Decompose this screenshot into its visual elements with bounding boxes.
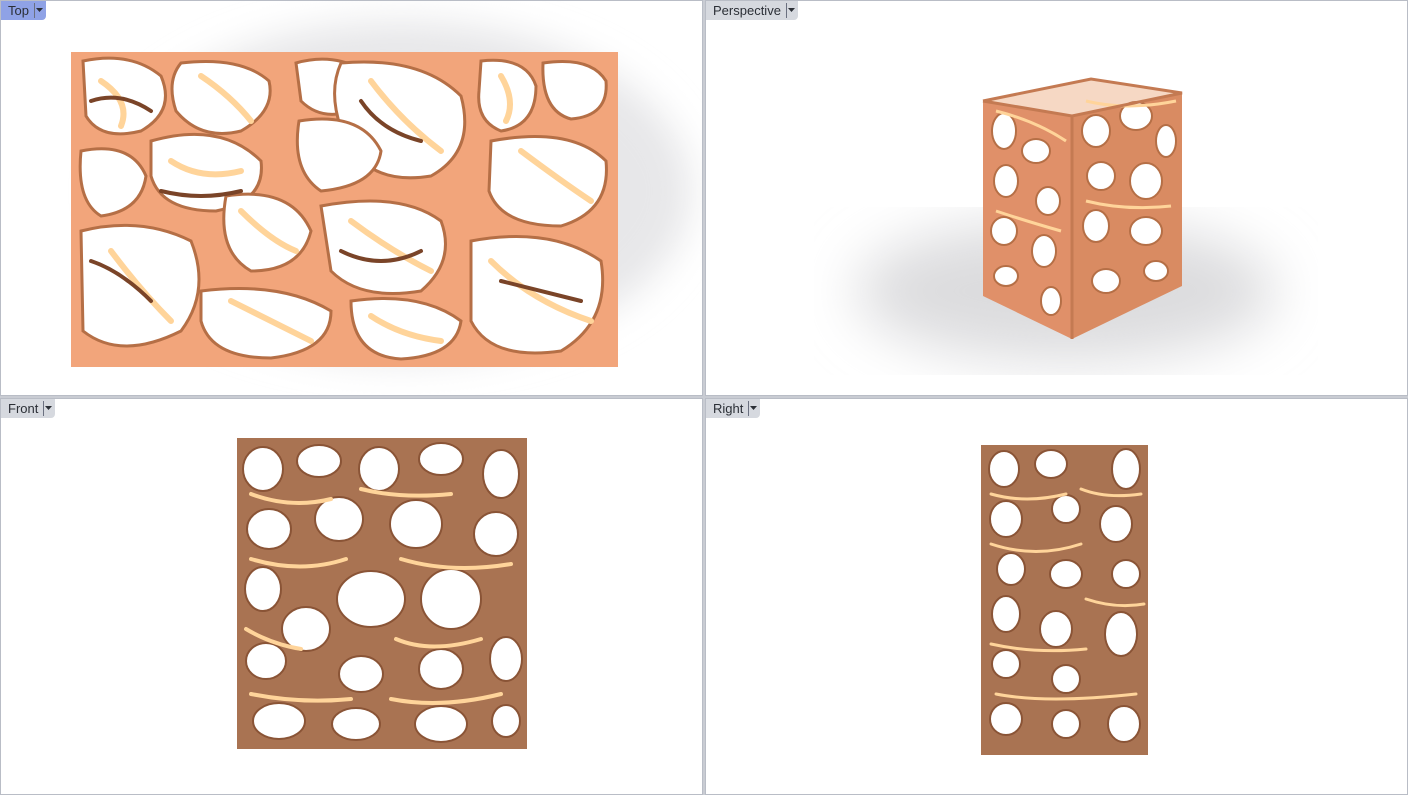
viewport-title: Perspective [713,3,781,18]
right-view-render [981,445,1148,755]
viewport-front[interactable]: Front [0,398,703,795]
chevron-down-icon[interactable] [43,401,53,416]
viewport-tab-top[interactable]: Top [1,1,46,20]
chevron-down-icon[interactable] [33,3,44,18]
viewport-top[interactable]: Top [0,0,703,396]
viewport-tab-perspective[interactable]: Perspective [706,1,798,20]
viewport-title: Right [713,401,744,416]
viewport-tab-front[interactable]: Front [1,399,56,418]
viewport-tab-right[interactable]: Right [706,399,761,418]
chevron-down-icon[interactable] [748,401,758,416]
viewport-right[interactable]: Right [705,398,1408,795]
top-view-render [71,21,691,367]
front-view-render [237,438,527,749]
viewport-title: Front [8,401,39,416]
viewport-title: Top [8,3,29,18]
perspective-view-render [856,77,1276,361]
chevron-down-icon[interactable] [785,3,796,18]
viewport-perspective[interactable]: Perspective [705,0,1408,396]
